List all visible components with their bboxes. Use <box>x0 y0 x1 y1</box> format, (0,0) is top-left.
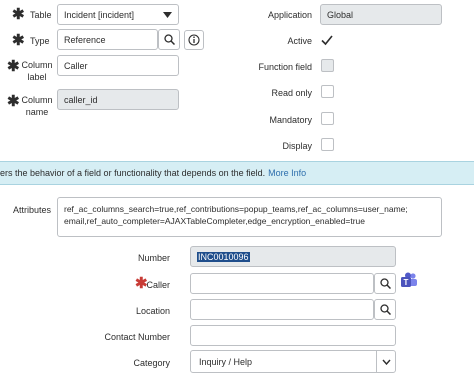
type-lookup-button[interactable] <box>158 29 180 50</box>
type-label: Type <box>30 36 50 46</box>
category-select[interactable]: Inquiry / Help <box>190 350 396 373</box>
column-name-label: Column name <box>21 95 53 117</box>
number-label: Number <box>137 253 170 263</box>
column-name-input[interactable]: caller_id <box>57 89 179 110</box>
active-label: Active <box>287 36 312 46</box>
location-input[interactable] <box>190 299 374 320</box>
search-icon <box>379 304 391 315</box>
read-only-label: Read only <box>271 88 312 98</box>
chevron-down-icon <box>163 11 172 18</box>
column-label-value: Caller <box>64 60 88 71</box>
search-icon <box>163 34 175 45</box>
display-label: Display <box>282 141 312 151</box>
chevron-down-icon <box>381 359 391 365</box>
contact-number-label: Contact Number <box>104 332 170 342</box>
category-dropdown-button[interactable] <box>376 351 395 372</box>
info-icon <box>188 34 200 46</box>
application-value: Global <box>327 9 354 20</box>
type-required-icon: ✱ <box>12 32 25 49</box>
checkmark-icon <box>321 35 333 46</box>
more-info-link[interactable]: More Info <box>268 168 306 178</box>
number-value: INC0010096 <box>197 251 250 262</box>
table-select[interactable]: Incident [incident] <box>57 4 179 25</box>
attributes-line-1: ref_ac_columns_search=true,ref_contribut… <box>64 204 408 214</box>
type-info-button[interactable] <box>184 30 204 50</box>
function-field-checkbox[interactable] <box>321 59 334 72</box>
caller-lookup-button[interactable] <box>374 273 396 294</box>
location-label: Location <box>135 306 170 316</box>
column-label-label: Column label <box>21 60 53 82</box>
info-banner: ers the behavior of a field or functiona… <box>0 161 474 185</box>
category-label: Category <box>133 358 170 368</box>
column-label-input[interactable]: Caller <box>57 55 179 76</box>
attributes-label: Attributes <box>13 205 52 215</box>
application-input[interactable]: Global <box>320 4 442 25</box>
category-value: Inquiry / Help <box>199 356 253 367</box>
active-checkbox[interactable] <box>320 33 334 47</box>
search-icon <box>379 278 391 289</box>
column-name-value: caller_id <box>64 94 98 105</box>
function-field-label: Function field <box>258 62 312 72</box>
contact-number-input[interactable] <box>190 325 396 346</box>
svg-text:T: T <box>404 278 409 287</box>
caller-label: Caller <box>146 280 170 290</box>
attributes-textarea[interactable]: ref_ac_columns_search=true,ref_contribut… <box>57 197 442 237</box>
application-label: Application <box>267 10 312 20</box>
table-required-icon: ✱ <box>12 6 25 23</box>
table-select-value: Incident [incident] <box>64 9 135 20</box>
banner-text: ers the behavior of a field or functiona… <box>0 168 266 178</box>
type-input[interactable]: Reference <box>57 29 158 50</box>
type-input-value: Reference <box>64 34 106 45</box>
location-lookup-button[interactable] <box>374 299 396 320</box>
number-input[interactable]: INC0010096 <box>190 246 396 267</box>
teams-icon[interactable]: T <box>400 272 418 290</box>
mandatory-checkbox[interactable] <box>321 112 334 125</box>
table-label: Table <box>30 10 52 20</box>
teams-logo-icon: T <box>401 272 417 287</box>
read-only-checkbox[interactable] <box>321 85 334 98</box>
display-checkbox[interactable] <box>321 138 334 151</box>
mandatory-label: Mandatory <box>269 115 312 125</box>
caller-input[interactable] <box>190 273 374 294</box>
attributes-line-2: email,ref_auto_completer=AJAXTableComple… <box>64 216 365 226</box>
